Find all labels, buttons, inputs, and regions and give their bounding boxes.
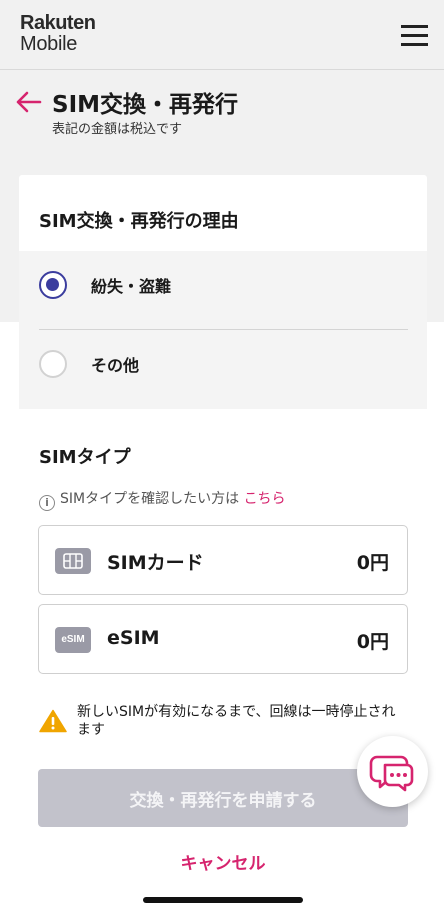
chat-bubble-icon: [369, 755, 414, 792]
cancel-link[interactable]: キャンセル: [19, 849, 427, 874]
reason-radio-group: 紛失・盗難 その他: [19, 251, 427, 409]
warning-text: 新しいSIMが有効になるまで、回線は一時停止されます: [77, 704, 396, 738]
rakuten-mobile-logo[interactable]: Rakuten Mobile: [20, 12, 96, 55]
sim-type-info-text: SIMタイプを確認したい方は: [60, 491, 240, 507]
sim-option-price: 0円: [356, 552, 389, 574]
submit-button[interactable]: 交換・再発行を申請する: [38, 769, 408, 827]
app-header: Rakuten Mobile: [0, 0, 444, 70]
menu-bar: [401, 43, 428, 46]
sim-type-section-title: SIMタイプ: [39, 447, 131, 468]
reason-option-lost-stolen[interactable]: 紛失・盗難: [19, 251, 427, 321]
page-subtitle: 表記の金額は税込です: [52, 122, 183, 137]
sim-type-info-link[interactable]: こちら: [244, 491, 286, 507]
reason-option-label: 紛失・盗難: [91, 277, 172, 296]
logo-line-2: Mobile: [20, 33, 78, 55]
menu-bar: [401, 34, 428, 37]
reason-option-label: その他: [91, 356, 140, 375]
sim-option-name: SIMカード: [107, 552, 204, 574]
sim-option-price: 0円: [356, 631, 389, 653]
hamburger-menu-icon[interactable]: [401, 24, 429, 46]
reason-option-other[interactable]: その他: [19, 330, 427, 400]
page-title: SIM交換・再発行: [52, 92, 239, 118]
sim-option-name: eSIM: [107, 627, 160, 649]
sim-option-esim[interactable]: eSIM eSIM 0円: [38, 604, 408, 674]
esim-icon: eSIM: [55, 627, 91, 653]
logo-line-1: Rakuten: [20, 12, 96, 34]
menu-bar: [401, 25, 428, 28]
warning-triangle-icon: [39, 709, 67, 733]
radio-unselected-icon[interactable]: [39, 350, 67, 378]
sim-option-card[interactable]: SIMカード 0円: [38, 525, 408, 595]
arrow-left-icon[interactable]: [16, 91, 42, 113]
info-icon: i: [39, 495, 55, 511]
reason-section-title: SIM交換・再発行の理由: [39, 211, 239, 232]
sim-type-info: i SIMタイプを確認したい方は こちら: [39, 488, 286, 511]
home-indicator: [143, 897, 303, 903]
sim-card-icon: [55, 548, 91, 574]
esim-icon-text: eSIM: [61, 634, 85, 645]
radio-selected-icon[interactable]: [39, 271, 67, 299]
chat-button[interactable]: [357, 736, 428, 807]
